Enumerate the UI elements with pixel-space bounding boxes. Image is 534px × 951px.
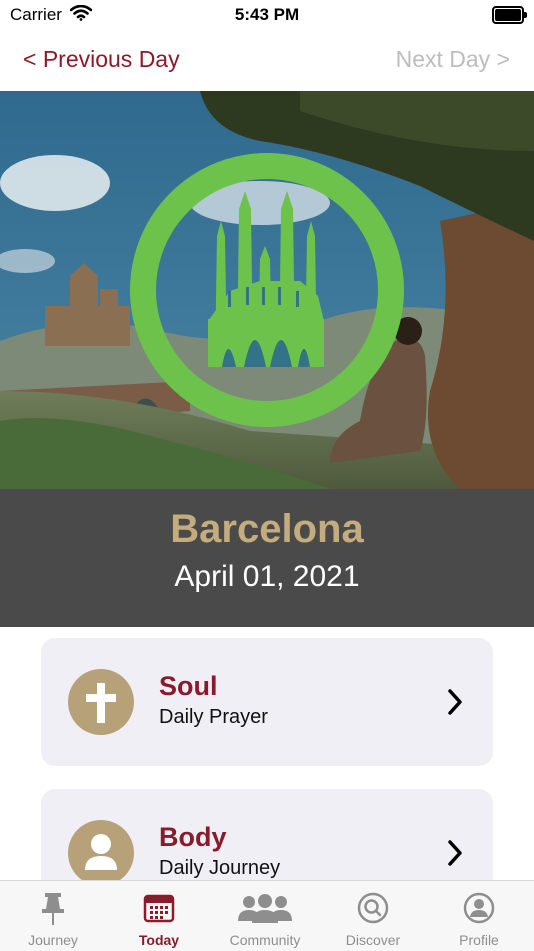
tab-label: Profile [459,932,499,948]
chevron-right-icon [447,688,463,721]
people-icon [212,891,318,925]
status-bar: Carrier 5:43 PM [0,0,534,32]
calendar-icon [106,891,212,925]
tab-today[interactable]: Today [106,881,212,951]
card-subtitle: Daily Journey [159,857,281,879]
cross-icon [68,669,134,735]
tab-community[interactable]: Community [212,881,318,951]
tab-journey[interactable]: Journey [0,881,106,951]
tab-discover[interactable]: Discover [320,881,426,951]
soul-card[interactable]: Soul Daily Prayer [41,638,493,766]
date-label: April 01, 2021 [174,560,360,593]
tab-label: Today [138,932,180,948]
tab-bar: Journey Today Community Discover Profile [0,880,534,951]
discover-icon [320,891,426,925]
city-title: Barcelona [170,507,364,551]
card-title: Soul [159,671,218,701]
day-navigation: < Previous Day Next Day > [0,32,534,90]
previous-day-button[interactable]: < Previous Day [23,46,180,73]
tab-label: Journey [28,932,78,948]
tab-profile[interactable]: Profile [426,881,532,951]
battery-icon [492,6,527,24]
location-banner: Barcelona April 01, 2021 [0,489,534,627]
card-subtitle: Daily Prayer [159,706,268,728]
clock: 5:43 PM [234,5,300,24]
tab-label: Community [229,932,301,948]
hero-illustration [0,91,534,489]
next-day-button[interactable]: Next Day > [396,46,510,73]
pin-icon [0,891,106,925]
chevron-right-icon [447,839,463,872]
person-icon [68,820,134,886]
tab-label: Discover [345,932,401,948]
card-title: Body [159,822,227,852]
profile-icon [426,891,532,925]
